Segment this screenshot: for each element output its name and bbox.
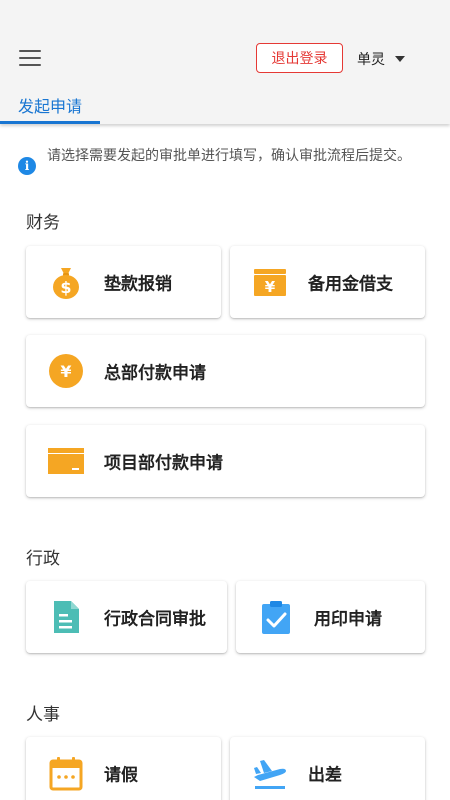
yen-coin-icon: ¥ (49, 354, 83, 388)
card-label: 出差 (308, 765, 342, 786)
card-seal-application[interactable]: 用印申请 (236, 581, 425, 653)
card-petty-cash[interactable]: ¥ 备用金借支 (230, 246, 425, 318)
card-business-trip[interactable]: 出差 (230, 737, 425, 800)
money-bag-icon: $ (53, 268, 79, 299)
section-title-finance: 财务 (26, 213, 60, 233)
card-icon (48, 448, 84, 474)
card-advance-reimbursement[interactable]: $ 垫款报销 (26, 246, 221, 318)
card-hq-payment[interactable]: ¥ 总部付款申请 (26, 335, 425, 407)
user-name: 单灵 (357, 52, 385, 68)
clipboard-check-icon (262, 601, 290, 634)
info-notice: i 请选择需要发起的审批单进行填写，确认审批流程后提交。 (18, 145, 438, 175)
card-label: 备用金借支 (308, 274, 393, 295)
svg-text:¥: ¥ (265, 278, 276, 296)
card-label: 垫款报销 (104, 274, 172, 295)
document-icon (54, 601, 79, 633)
section-title-admin: 行政 (26, 549, 60, 569)
card-label: 项目部付款申请 (104, 453, 223, 474)
svg-text:¥: ¥ (60, 362, 71, 381)
logout-button[interactable]: 退出登录 (256, 43, 343, 73)
calendar-icon (49, 757, 83, 791)
card-label: 用印申请 (314, 609, 382, 630)
menu-icon[interactable] (18, 48, 42, 68)
tab-start-application[interactable]: 发起申请 (0, 88, 100, 124)
section-title-hr: 人事 (26, 705, 60, 725)
svg-text:$: $ (60, 278, 71, 297)
card-label: 行政合同审批 (104, 609, 206, 630)
airplane-icon (254, 760, 286, 789)
app-bar: 退出登录 单灵 发起申请 (0, 0, 450, 124)
card-admin-contract[interactable]: 行政合同审批 (26, 581, 227, 653)
user-dropdown[interactable]: 单灵 (357, 48, 405, 70)
card-leave[interactable]: 请假 (26, 737, 221, 800)
caret-down-icon (395, 56, 405, 62)
yen-wallet-icon: ¥ (254, 269, 286, 296)
info-icon: i (18, 157, 36, 175)
card-project-payment[interactable]: 项目部付款申请 (26, 425, 425, 497)
card-label: 请假 (104, 765, 138, 786)
notice-text: 请选择需要发起的审批单进行填写，确认审批流程后提交。 (47, 148, 411, 164)
card-label: 总部付款申请 (104, 363, 206, 384)
